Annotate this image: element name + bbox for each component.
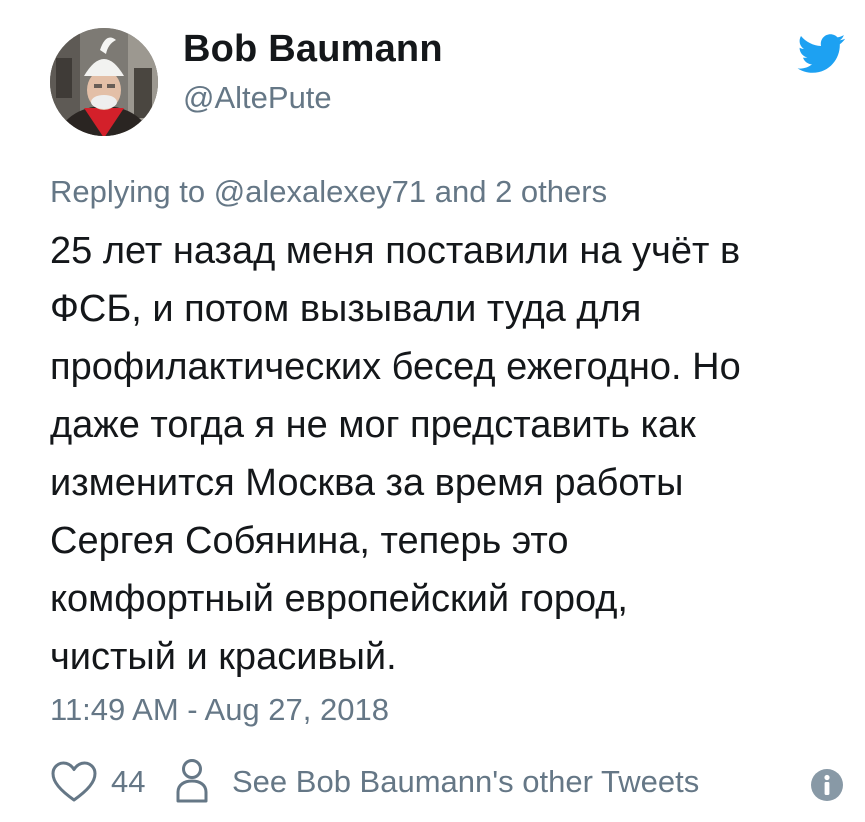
tweet-text-line: изменится Москва за время работы	[50, 462, 684, 504]
twitter-bird-icon[interactable]	[797, 34, 847, 74]
avatar-photo	[50, 28, 158, 136]
author-name[interactable]: Bob Baumann	[183, 28, 443, 71]
tweet-text-line: 25 лет назад меня поставили на учёт в	[50, 230, 741, 272]
tweet-text-line: ФСБ, и потом вызывали туда для	[50, 288, 642, 330]
tweet-text-line: даже тогда я не мог представить как	[50, 404, 696, 446]
like-count[interactable]: 44	[111, 764, 145, 800]
avatar[interactable]	[50, 28, 158, 136]
tweet-text-line: комфортный европейский город,	[50, 578, 628, 620]
tweet-text: 25 лет назад меня поставили на учёт в ФС…	[50, 222, 840, 686]
heart-icon[interactable]	[50, 760, 98, 804]
see-other-tweets-link[interactable]: See Bob Baumann's other Tweets	[232, 764, 699, 800]
tweet-text-line: профилактических бесед ежегодно. Но	[50, 346, 741, 388]
replying-to[interactable]: Replying to @alexalexey71 and 2 others	[50, 174, 607, 210]
author-handle[interactable]: @AltePute	[183, 80, 332, 116]
tweet-actions: 44 See Bob Baumann's other Tweets	[50, 756, 845, 808]
info-icon[interactable]	[810, 768, 844, 802]
tweet-text-line: Сергея Собянина, теперь это	[50, 520, 569, 562]
embedded-tweet: Bob Baumann @AltePute Replying to @alexa…	[0, 0, 865, 822]
tweet-text-line: чистый и красивый.	[50, 636, 397, 678]
tweet-timestamp[interactable]: 11:49 AM - Aug 27, 2018	[50, 692, 389, 728]
person-icon	[176, 759, 208, 803]
